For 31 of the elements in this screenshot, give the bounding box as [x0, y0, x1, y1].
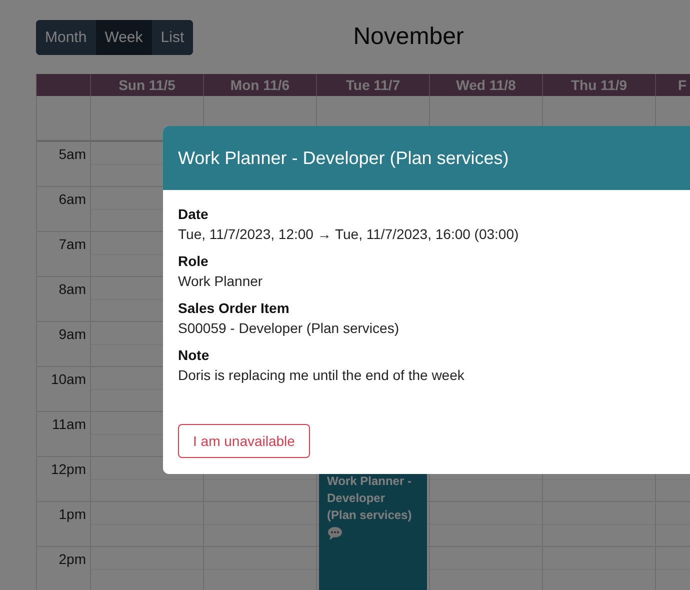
popup-title: Work Planner - Developer (Plan services) [178, 148, 509, 168]
day-header: Sun 11/5 [90, 74, 203, 96]
time-label: 1pm [58, 506, 86, 522]
field-label: Role [178, 253, 210, 269]
field-value: Tue, 11/7/2023, 12:00 → Tue, 11/7/2023, 16:00 (03:00) [178, 226, 520, 242]
calendar-event[interactable]: Work Planner - Developer (Plan services) [319, 471, 427, 590]
field-value: Doris is replacing me until the end of the week [178, 367, 466, 383]
field-label: Date [178, 206, 210, 222]
time-label: 6am [58, 191, 86, 207]
unavailable-button[interactable]: I am unavailable [178, 424, 310, 458]
day-header: Tue 11/7 [316, 74, 429, 96]
day-header: F [655, 74, 690, 96]
day-header: Thu 11/9 [542, 74, 655, 96]
all-day-cell [36, 96, 90, 142]
day-header: Wed 11/8 [429, 74, 542, 96]
time-label: 9am [58, 326, 86, 342]
field-value: Work Planner [178, 273, 264, 289]
field-label: Sales Order Item [178, 300, 290, 316]
time-label: 10am [50, 371, 86, 387]
header-corner-cell [36, 74, 90, 96]
time-label: 8am [58, 281, 86, 297]
month-title: November [352, 23, 465, 51]
time-label: 2pm [58, 551, 86, 567]
view-tab[interactable]: Week [96, 20, 152, 54]
time-label: 5am [58, 146, 86, 162]
day-header: Mon 11/6 [203, 74, 316, 96]
time-label: 12pm [50, 461, 86, 477]
time-label: 7am [58, 236, 86, 252]
time-label: 11am [52, 416, 86, 432]
field-label: Note [178, 347, 210, 363]
field-value: S00059 - Developer (Plan services) [178, 320, 400, 336]
